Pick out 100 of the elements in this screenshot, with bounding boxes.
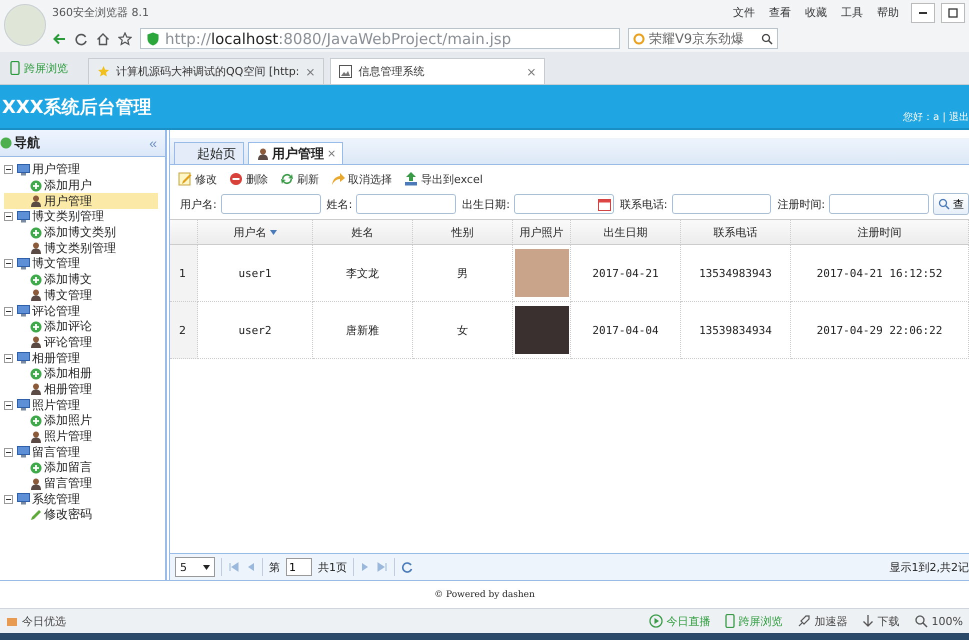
collapse-toggle[interactable] (4, 448, 13, 457)
status-item[interactable]: 加速器 (796, 614, 848, 628)
tree-item[interactable]: 添加相册 (4, 366, 158, 382)
page-input[interactable]: 1 (286, 558, 312, 576)
tree-item[interactable]: 添加博文 (4, 272, 158, 288)
tree-group[interactable]: 系统管理 (32, 490, 80, 508)
tree-item[interactable]: 添加评论 (4, 318, 158, 335)
filter-field[interactable] (829, 194, 929, 214)
caret-icon (203, 564, 210, 570)
person-icon (257, 148, 269, 160)
browser-tab[interactable]: 信息管理系统 × (330, 58, 546, 84)
tree-item[interactable]: 添加留言 (4, 460, 158, 476)
table-cell: 2017-04-21 (571, 245, 681, 302)
search-field[interactable]: 荣耀V9京东劲爆 (628, 28, 778, 49)
search-button[interactable]: 查 (932, 193, 969, 215)
content-tab[interactable]: 用户管理 × (248, 142, 344, 164)
tree-group[interactable]: 相册管理 (32, 350, 80, 367)
minus-icon (6, 169, 11, 170)
status-item[interactable]: 100% (914, 614, 963, 628)
tree-item[interactable]: 修改密码 (4, 507, 158, 523)
toolbar-button[interactable]: 刷新 (280, 172, 319, 186)
tree-group[interactable]: 照片管理 (32, 396, 80, 414)
column-header[interactable]: 用户名 (198, 220, 313, 245)
menu-item[interactable]: 查看 (769, 5, 791, 20)
tree-group[interactable]: 博文类别管理 (32, 208, 104, 226)
tree-item[interactable]: 相册管理 (4, 382, 158, 398)
computer-icon (17, 446, 30, 458)
nav-title: 导航 (0, 134, 40, 152)
add-icon (30, 368, 42, 380)
tree-item[interactable]: 添加照片 (4, 413, 158, 429)
export-icon (404, 172, 418, 186)
address-field[interactable]: http://localhost:8080/JavaWebProject/main.jsp (140, 28, 620, 49)
menu-item[interactable]: 文件 (733, 5, 755, 20)
previous-page-icon (246, 561, 256, 573)
menu-item[interactable]: 工具 (841, 5, 863, 20)
minimize-icon (919, 12, 927, 14)
filter-field[interactable] (672, 194, 772, 214)
tree-group[interactable]: 博文管理 (32, 255, 80, 272)
minus-icon (6, 216, 11, 218)
filter-label: 出生日期: (462, 196, 510, 212)
tree-item[interactable]: 博文类别管理 (4, 240, 158, 256)
tree-item[interactable]: 照片管理 (4, 428, 158, 444)
menu-item[interactable]: 收藏 (805, 5, 827, 20)
tree-item[interactable]: 添加用户 (4, 178, 158, 194)
menu-item[interactable]: 帮助 (877, 5, 899, 20)
computer-icon (17, 164, 30, 176)
toolbar-button[interactable]: 导出到excel (404, 172, 483, 186)
column-header[interactable]: 联系电话 (681, 220, 791, 245)
collapse-toggle[interactable] (4, 400, 13, 410)
status-item[interactable]: 今日优选 (6, 614, 66, 628)
browser-title: 360安全浏览器 8.1 (52, 5, 150, 20)
person-icon (30, 289, 42, 302)
add-icon (30, 320, 42, 333)
tree-item[interactable]: 用户管理 (4, 193, 158, 210)
add-icon (30, 462, 42, 474)
filter-field[interactable] (356, 194, 456, 214)
tree-group[interactable]: 评论管理 (32, 302, 80, 320)
filter-label: 姓名: (326, 196, 352, 212)
collapse-toggle[interactable] (4, 494, 13, 504)
content-tab[interactable]: 起始页 (174, 142, 244, 164)
tree-item[interactable]: 留言管理 (4, 476, 158, 492)
date-field[interactable] (514, 194, 614, 214)
picture-icon (339, 65, 352, 78)
table-cell: 男 (413, 245, 513, 302)
column-header[interactable]: 姓名 (313, 220, 413, 245)
tree-item[interactable]: 评论管理 (4, 334, 158, 350)
refresh-icon (401, 561, 413, 573)
globe-icon (0, 137, 12, 149)
column-header[interactable]: 性别 (413, 220, 513, 245)
maximize-button[interactable] (941, 2, 965, 22)
minimize-button[interactable] (911, 2, 935, 22)
table-cell: 女 (413, 302, 513, 359)
toolbar-button[interactable]: 修改 (178, 172, 217, 186)
collapse-toggle[interactable] (4, 354, 13, 363)
add-icon (30, 274, 42, 286)
toolbar-button[interactable]: 删除 (229, 172, 268, 186)
browser-tab[interactable]: 计算机源码大神调试的QQ空间 [http: × (88, 58, 324, 84)
tree-group[interactable]: 用户管理 (32, 161, 80, 178)
star-icon (118, 32, 132, 46)
tree-group[interactable]: 留言管理 (32, 444, 80, 461)
page-size-select[interactable]: 5 (175, 557, 215, 577)
column-header[interactable]: 出生日期 (571, 220, 681, 245)
collapse-toggle[interactable] (4, 212, 13, 222)
person-icon (30, 336, 42, 348)
collapse-toggle[interactable] (4, 165, 13, 174)
filter-field[interactable] (220, 194, 321, 214)
calendar-icon (598, 198, 611, 210)
table-cell: 2017-04-04 (571, 302, 681, 359)
column-header[interactable]: 注册时间 (791, 220, 969, 245)
status-item[interactable]: 下载 (862, 614, 900, 628)
row-number: 2 (170, 302, 198, 359)
tree-item[interactable]: 添加博文类别 (4, 224, 158, 240)
toolbar-button[interactable]: 取消选择 (331, 172, 392, 186)
page-total: 共1页 (318, 560, 347, 574)
collapse-toggle[interactable] (4, 306, 13, 316)
filter-label: 联系电话: (620, 196, 668, 212)
collapse-toggle[interactable] (4, 259, 13, 268)
column-header[interactable]: 用户照片 (513, 220, 571, 245)
tree-item[interactable]: 博文管理 (4, 288, 158, 304)
photo-placeholder (514, 249, 568, 297)
